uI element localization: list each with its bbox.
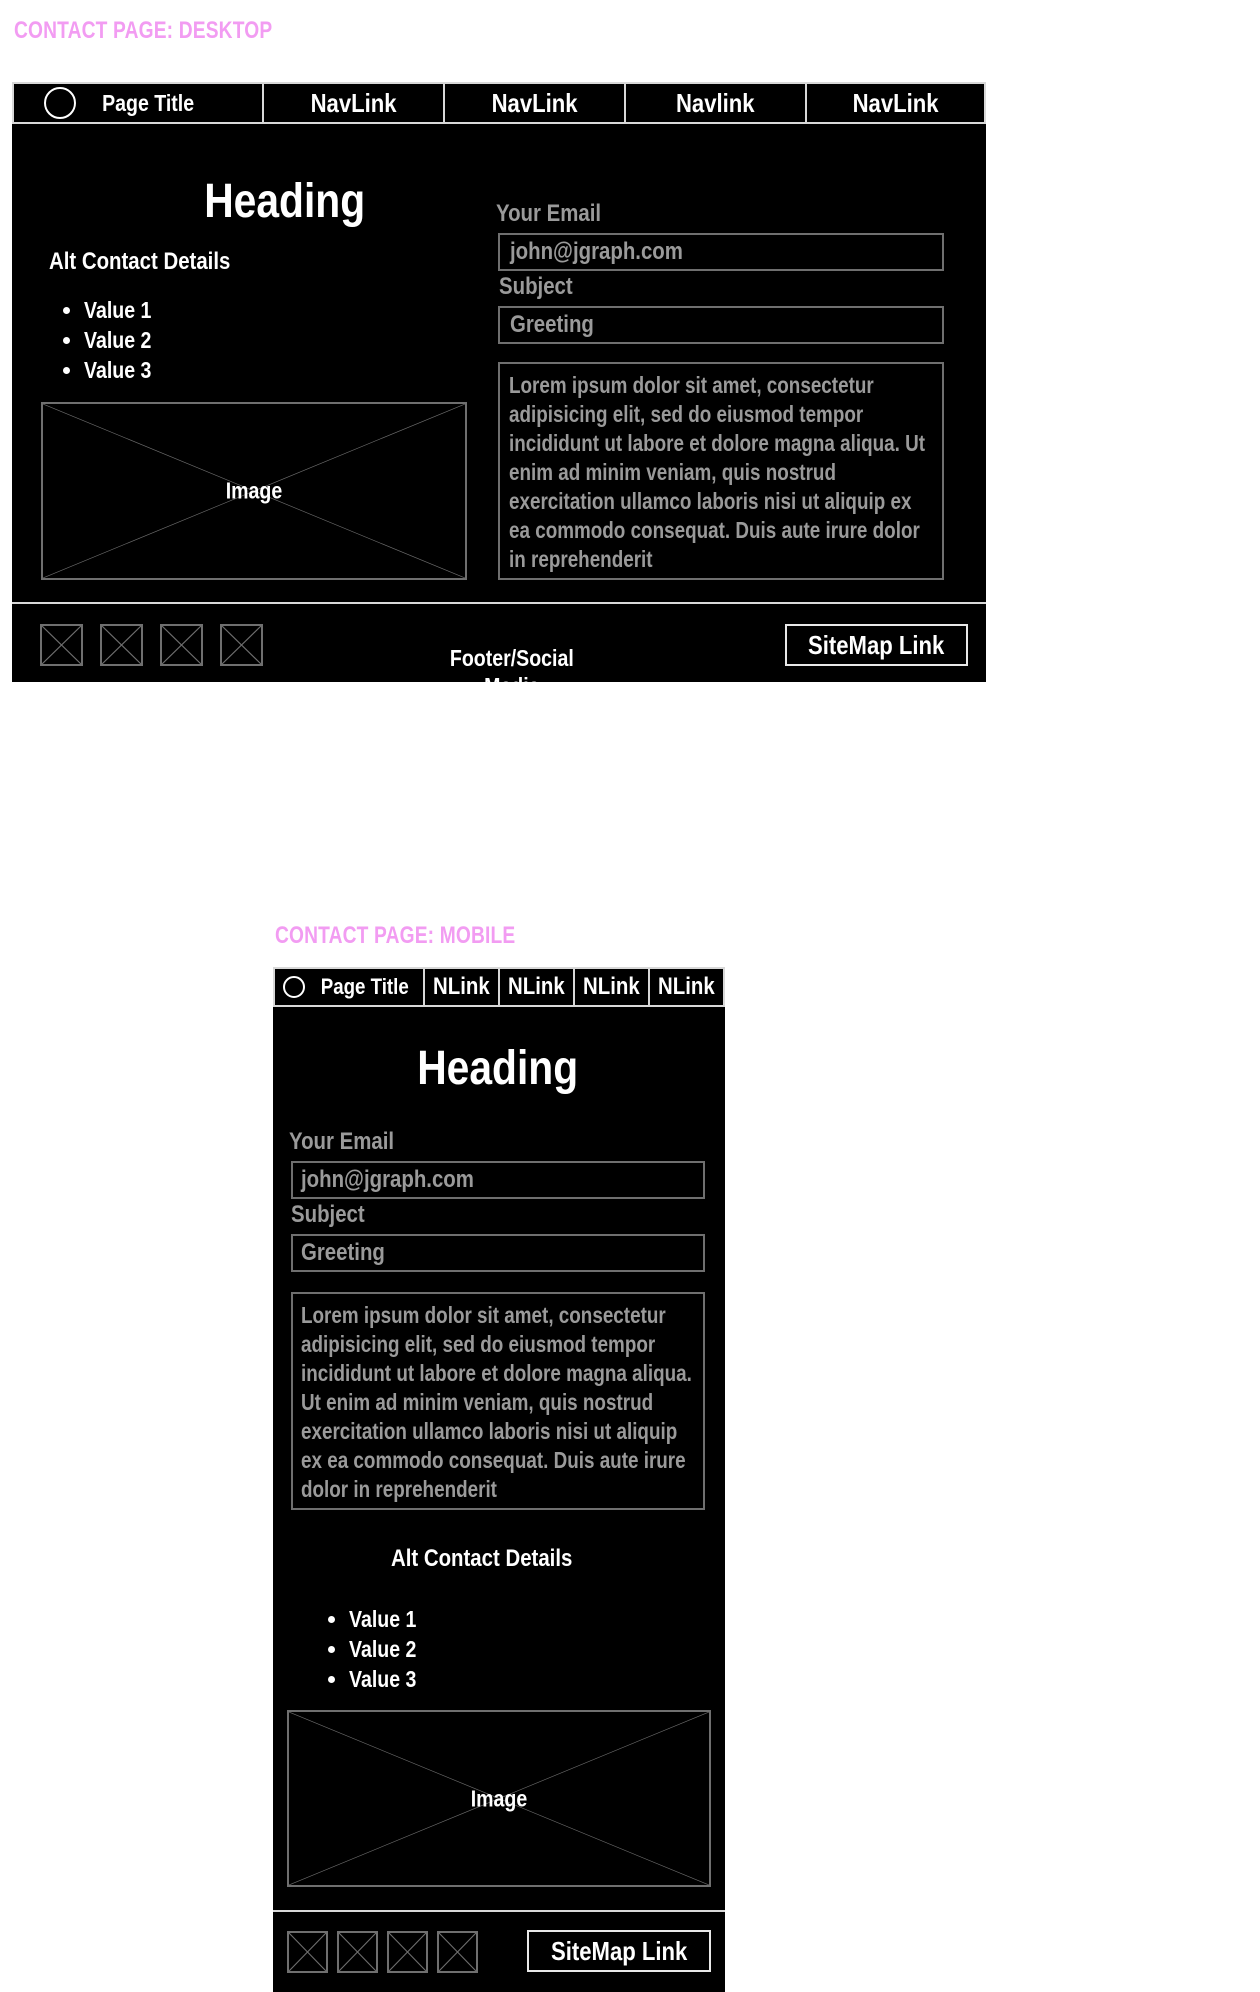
mobile-page-title-cell[interactable]: Page Title <box>273 967 425 1007</box>
desktop-page-title-cell[interactable]: Page Title <box>12 82 264 124</box>
desktop-image-placeholder: Image <box>41 402 467 580</box>
mobile-navlink-2[interactable]: NLink <box>498 967 575 1007</box>
desktop-alt-contact-title: Alt Contact Details <box>49 248 231 275</box>
desktop-subject-field[interactable]: Greeting <box>498 306 944 344</box>
desktop-caption: CONTACT PAGE: DESKTOP <box>14 17 273 44</box>
desktop-heading: Heading <box>204 175 365 228</box>
desktop-footer-divider <box>12 602 986 604</box>
desktop-email-label: Your Email <box>496 200 602 227</box>
list-item: Value 3 <box>84 355 163 385</box>
mobile-alt-contact-title: Alt Contact Details <box>391 1545 573 1572</box>
mobile-subject-label: Subject <box>291 1201 365 1228</box>
desktop-subject-label: Subject <box>499 273 573 300</box>
list-item: Value 1 <box>349 1604 428 1634</box>
mobile-subject-field[interactable]: Greeting <box>291 1234 705 1272</box>
mobile-sitemap-link[interactable]: SiteMap Link <box>527 1930 711 1972</box>
mobile-wireframe: Page Title NLink NLink NLink NLink Headi… <box>273 967 725 1992</box>
desktop-navlink-4[interactable]: NavLink <box>805 82 986 124</box>
desktop-sitemap-link[interactable]: SiteMap Link <box>785 624 968 666</box>
mobile-email-label: Your Email <box>289 1128 395 1155</box>
social-icon[interactable] <box>160 624 203 666</box>
desktop-footer-text: Footer/Social Media <box>450 645 574 699</box>
desktop-message-text: Lorem ipsum dolor sit amet, consectetur … <box>509 372 926 572</box>
mobile-heading: Heading <box>417 1042 579 1095</box>
desktop-navlink-2[interactable]: NavLink <box>443 82 626 124</box>
list-item: Value 1 <box>84 295 163 325</box>
list-item: Value 2 <box>84 325 163 355</box>
social-icon[interactable] <box>287 1931 328 1973</box>
mobile-image-placeholder: Image <box>287 1710 711 1887</box>
mobile-message-field[interactable]: Lorem ipsum dolor sit amet, consectetur … <box>291 1292 705 1510</box>
social-icon[interactable] <box>40 624 83 666</box>
list-item: Value 2 <box>349 1634 428 1664</box>
mobile-image-label: Image <box>470 1785 528 1811</box>
social-icon[interactable] <box>387 1931 428 1973</box>
desktop-navlink-3[interactable]: Navlink <box>624 82 807 124</box>
social-icon[interactable] <box>100 624 143 666</box>
logo-circle-icon <box>283 976 305 998</box>
mobile-navlink-1[interactable]: NLink <box>423 967 500 1007</box>
desktop-image-label: Image <box>225 477 283 504</box>
desktop-wireframe: Page Title NavLink NavLink Navlink NavLi… <box>12 82 986 699</box>
desktop-email-field[interactable]: john@jgraph.com <box>498 233 944 271</box>
social-icon[interactable] <box>220 624 263 666</box>
desktop-message-field[interactable]: Lorem ipsum dolor sit amet, consectetur … <box>498 362 944 580</box>
mobile-navlink-4[interactable]: NLink <box>648 967 725 1007</box>
mobile-values-list: Value 1 Value 2 Value 3 <box>327 1604 428 1694</box>
desktop-values-list: Value 1 Value 2 Value 3 <box>62 295 163 385</box>
mobile-caption: CONTACT PAGE: MOBILE <box>275 922 516 949</box>
social-icon[interactable] <box>337 1931 378 1973</box>
mobile-message-text: Lorem ipsum dolor sit amet, consectetur … <box>301 1302 692 1502</box>
list-item: Value 3 <box>349 1664 428 1694</box>
mobile-page-title: Page Title <box>320 974 409 999</box>
mobile-email-field[interactable]: john@jgraph.com <box>291 1161 705 1199</box>
desktop-page-title: Page Title <box>102 89 195 116</box>
logo-circle-icon <box>44 87 76 119</box>
desktop-navlink-1[interactable]: NavLink <box>262 82 445 124</box>
mobile-navlink-3[interactable]: NLink <box>573 967 650 1007</box>
social-icon[interactable] <box>437 1931 478 1973</box>
mobile-footer-divider <box>273 1910 725 1912</box>
